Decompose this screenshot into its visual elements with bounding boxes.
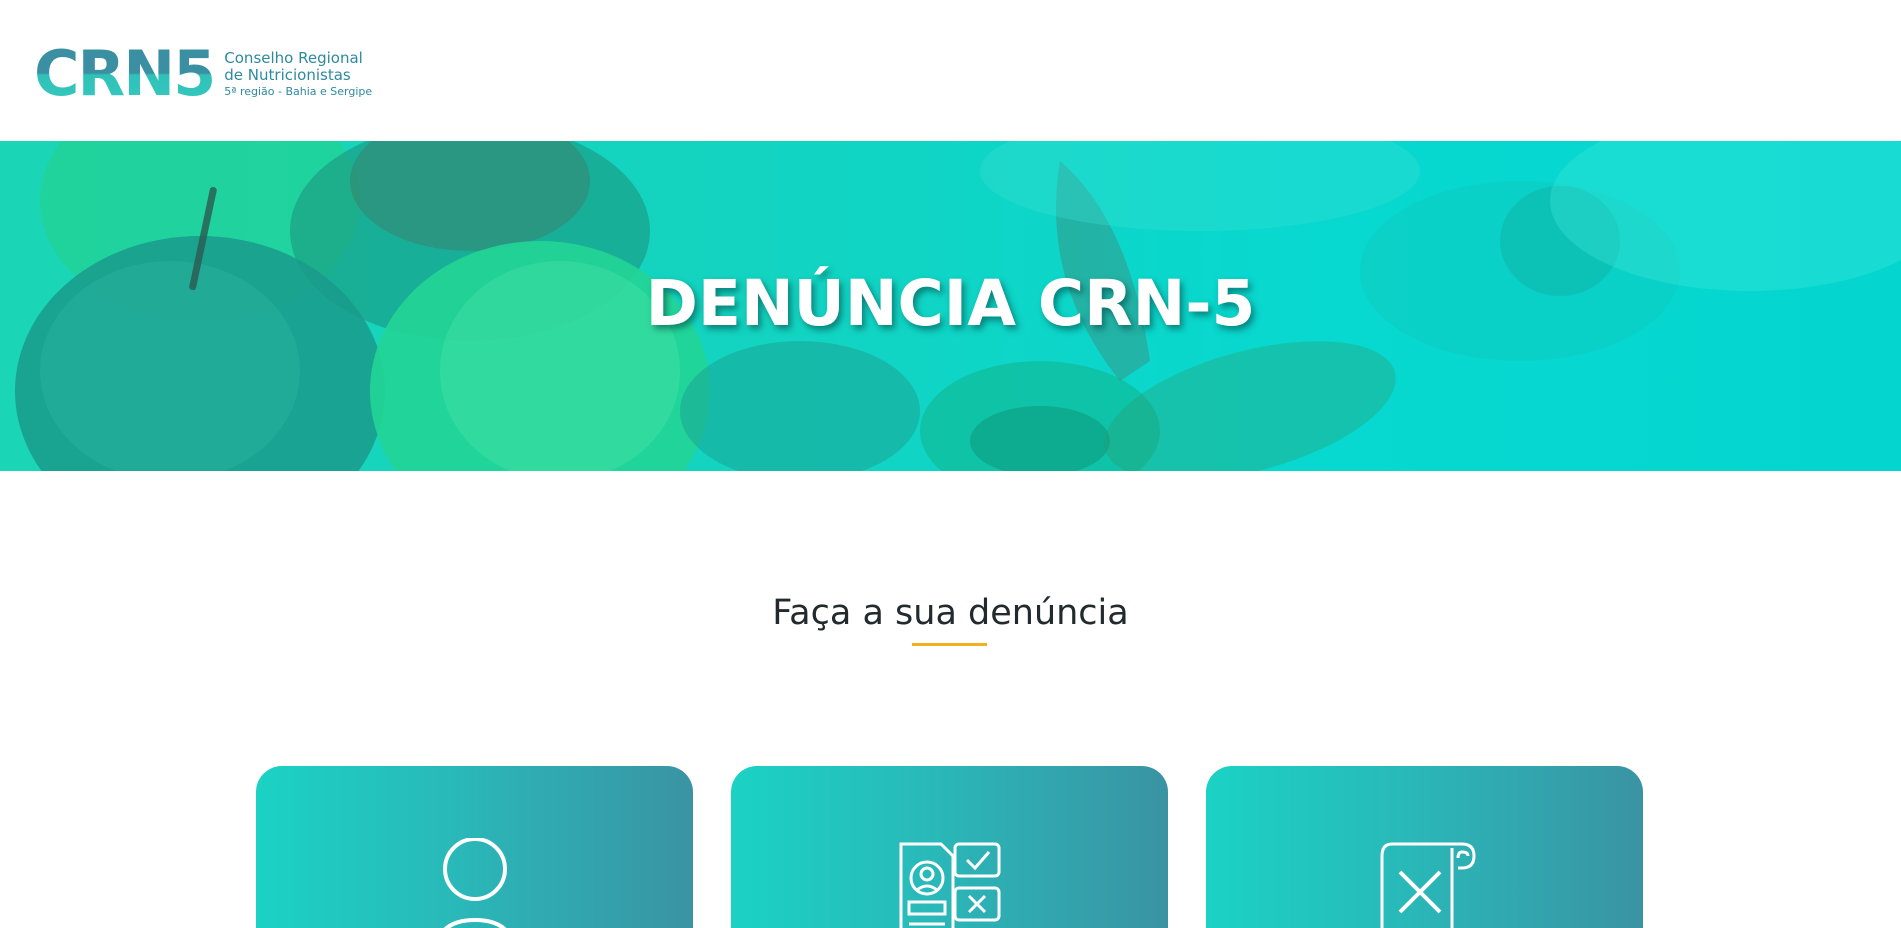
scroll-x-icon xyxy=(1380,842,1476,928)
person-icon xyxy=(442,838,507,928)
crn5-logo[interactable]: CRN5 Conselho Regional de Nutricionistas… xyxy=(34,46,372,102)
section-title-underline xyxy=(912,643,987,646)
logo-line-2: de Nutricionistas xyxy=(224,65,351,84)
site-header: CRN5 Conselho Regional de Nutricionistas… xyxy=(0,0,1901,141)
denuncia-card-person[interactable] xyxy=(256,766,693,928)
logo-text: Conselho Regional de Nutricionistas 5ª r… xyxy=(224,48,373,99)
hero-banner: DENÚNCIA CRN-5 xyxy=(0,141,1901,471)
denuncia-card-document[interactable] xyxy=(731,766,1168,928)
page: CRN5 Conselho Regional de Nutricionistas… xyxy=(0,0,1901,928)
hero-title: DENÚNCIA CRN-5 xyxy=(645,267,1256,340)
logo-mark: CRN5 xyxy=(34,46,215,102)
denuncia-card-scroll[interactable] xyxy=(1206,766,1643,928)
logo-line-1: Conselho Regional xyxy=(224,48,363,67)
logo-line-3: 5ª região - Bahia e Sergipe xyxy=(224,84,373,98)
document-check-icon xyxy=(899,842,1000,928)
section-title: Faça a sua denúncia xyxy=(772,593,1129,633)
